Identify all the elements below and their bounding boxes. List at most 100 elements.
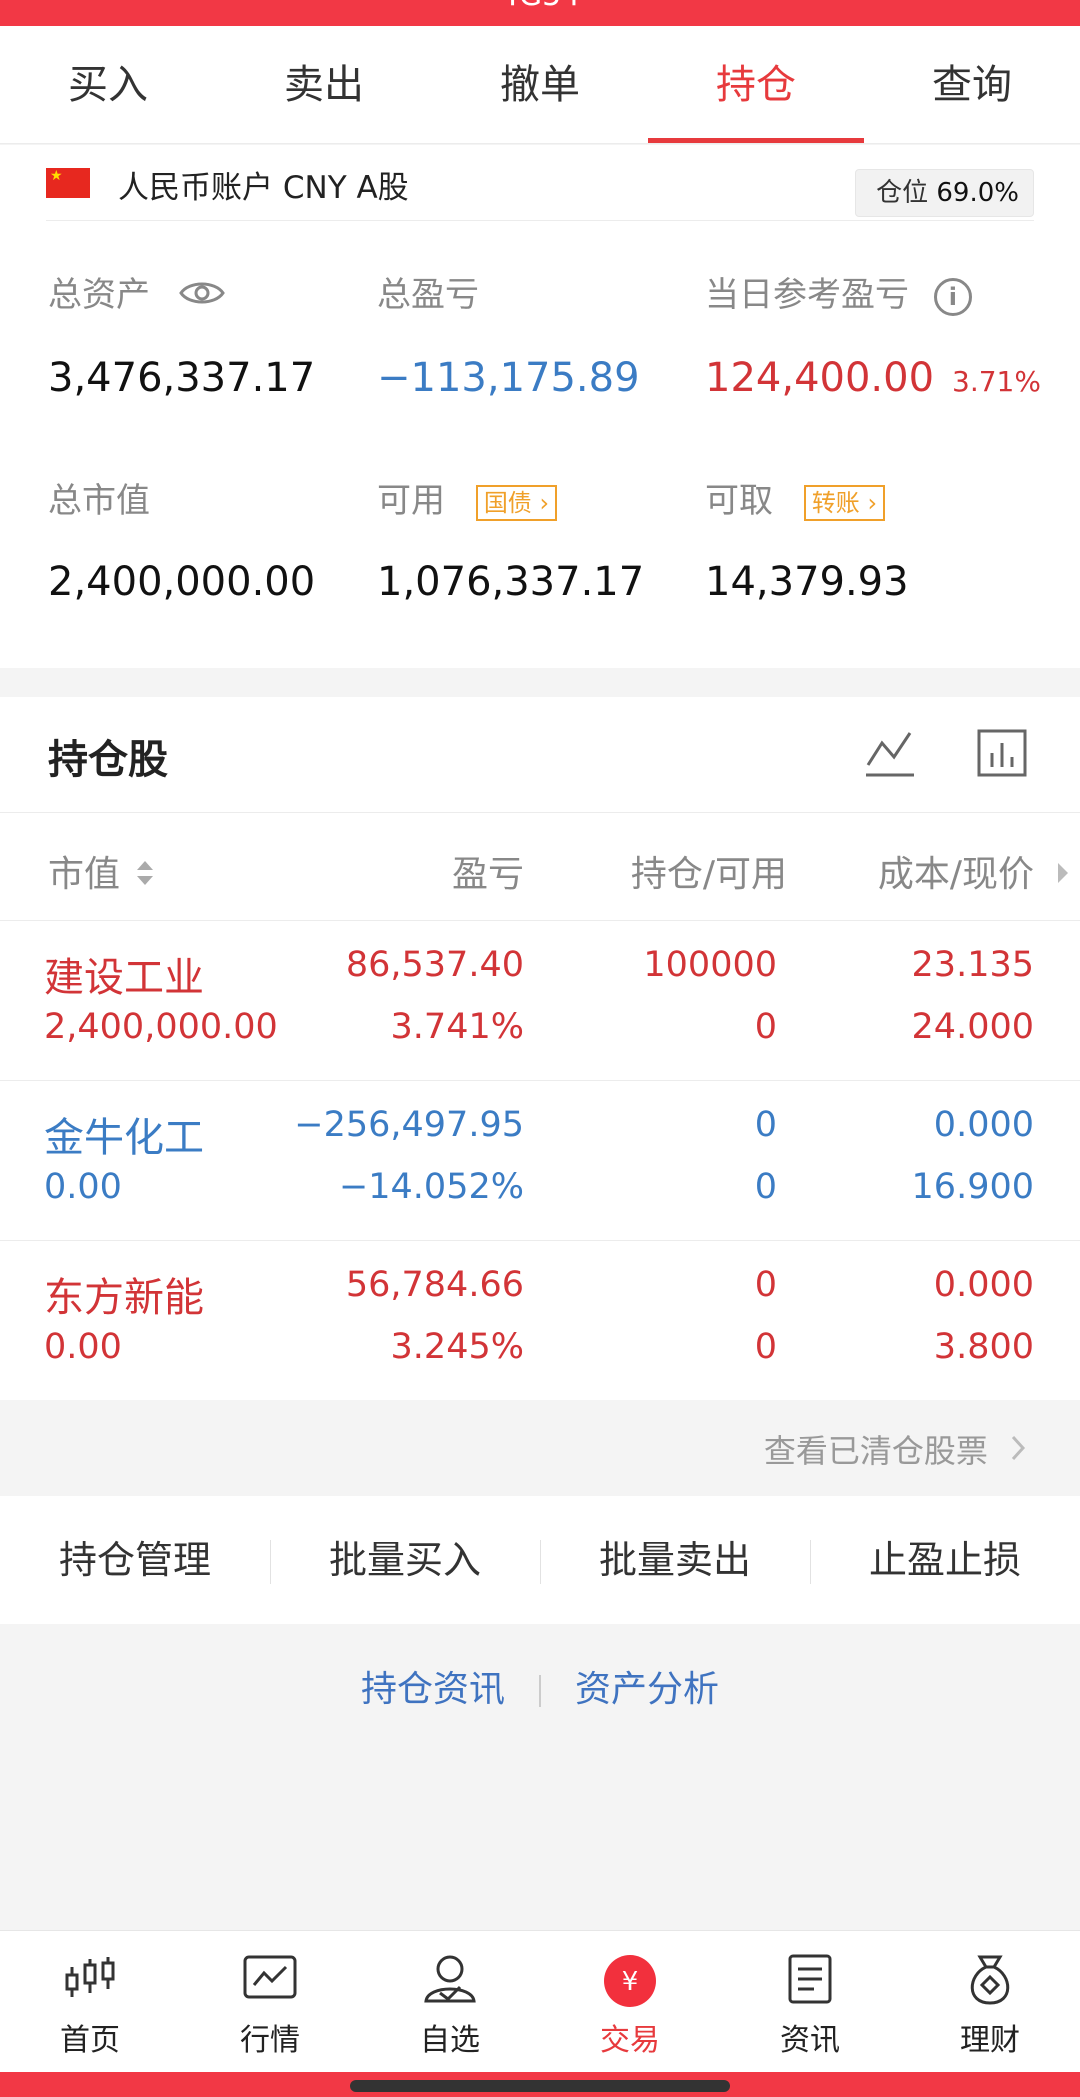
trade-tabs: 买入 卖出 撤单 持仓 查询 <box>0 26 1080 144</box>
nav-market-label: 行情 <box>240 2023 300 2058</box>
nav-market[interactable]: 行情 <box>180 1931 360 2072</box>
tab-positions[interactable]: 持仓 <box>648 26 864 143</box>
nav-trade[interactable]: ¥ 交易 <box>540 1931 720 2072</box>
china-flag-icon: ★ <box>46 168 90 198</box>
stock-pl-percent: 3.245% <box>390 1327 524 1367</box>
total-assets-label: 总资产 <box>48 275 150 315</box>
bar-chart-icon[interactable] <box>976 727 1028 783</box>
position-management-button[interactable]: 持仓管理 <box>0 1496 270 1624</box>
stock-name: 金牛化工 <box>44 1115 204 1161</box>
stock-cost: 0.000 <box>933 1265 1034 1305</box>
stock-available: 0 <box>754 1167 777 1207</box>
transfer-tag-label: 转账 <box>811 488 860 517</box>
batch-buy-button[interactable]: 批量买入 <box>270 1496 540 1624</box>
market-value-label: 总市值 <box>48 481 150 521</box>
chevron-right-icon <box>1010 1432 1026 1470</box>
holdings-column-header: 市值 盈亏 持仓/可用 成本/现价 <box>0 813 1080 921</box>
available-value: 1,076,337.17 <box>377 559 645 605</box>
info-links: 持仓资讯 资产分析 <box>0 1660 1080 1712</box>
tab-buy[interactable]: 买入 <box>0 26 216 143</box>
stock-cost: 0.000 <box>933 1105 1034 1145</box>
nav-home[interactable]: 首页 <box>0 1931 180 2072</box>
treasury-bond-tag[interactable]: 国债 › <box>475 484 558 521</box>
stock-position: 0 <box>754 1265 777 1305</box>
nav-news-label: 资讯 <box>780 2023 840 2058</box>
sort-icon <box>135 856 155 897</box>
yuan-coin-icon: ¥ <box>604 1955 656 2007</box>
total-assets-value: 3,476,337.17 <box>48 355 316 401</box>
market-chart-icon <box>243 1955 297 1999</box>
line-chart-icon[interactable] <box>864 727 916 783</box>
watchlist-person-icon <box>424 1955 476 2003</box>
nav-watchlist-label: 自选 <box>420 2023 480 2058</box>
stock-pl: 56,784.66 <box>345 1265 524 1305</box>
table-row[interactable]: 金牛化工 0.00 −256,497.95 −14.052% 0 0 0.000… <box>0 1081 1080 1241</box>
daily-pl-percent: 3.71% <box>952 365 1041 398</box>
account-name: 人民币账户 CNY A股 <box>118 170 409 206</box>
news-document-icon <box>788 1954 832 2004</box>
stock-name: 东方新能 <box>44 1275 204 1321</box>
asset-analysis-link[interactable]: 资产分析 <box>575 1669 719 1710</box>
table-row[interactable]: 建设工业 2,400,000.00 86,537.40 3.741% 10000… <box>0 921 1080 1081</box>
tab-sell[interactable]: 卖出 <box>216 26 432 143</box>
stock-name: 建设工业 <box>44 955 204 1001</box>
home-indicator[interactable] <box>350 2080 730 2092</box>
total-assets-label-group: 总资产 <box>48 267 225 317</box>
nav-watchlist[interactable]: 自选 <box>360 1931 540 2072</box>
scroll-right-icon[interactable] <box>1056 853 1070 894</box>
stock-pl: 86,537.40 <box>345 945 524 985</box>
stock-pl: −256,497.95 <box>294 1105 524 1145</box>
table-row[interactable]: 东方新能 0.00 56,784.66 3.245% 0 0 0.000 3.8… <box>0 1241 1080 1401</box>
total-pl-label: 总盈亏 <box>377 275 479 315</box>
tab-query[interactable]: 查询 <box>864 26 1080 143</box>
position-ratio-value: 69.0% <box>936 178 1019 208</box>
stock-available: 0 <box>754 1327 777 1367</box>
nav-home-label: 首页 <box>60 2023 120 2058</box>
stock-market-value: 0.00 <box>44 1167 122 1207</box>
tab-cancel-order[interactable]: 撤单 <box>432 26 648 143</box>
position-news-link[interactable]: 持仓资讯 <box>361 1669 505 1710</box>
col-market-value[interactable]: 市值 <box>48 845 155 897</box>
col-cost-price: 成本/现价 <box>877 854 1034 895</box>
svg-text:¥: ¥ <box>622 1967 639 1997</box>
info-icon[interactable]: i <box>933 277 972 316</box>
account-summary: ★ 人民币账户 CNY A股 仓位 69.0% 总资产 3,476,337.17… <box>0 145 1080 668</box>
cleared-stocks-row[interactable]: 查看已清仓股票 <box>0 1400 1080 1496</box>
daily-pl-value: 124,400.00 <box>705 355 935 401</box>
account-row[interactable]: ★ 人民币账户 CNY A股 仓位 69.0% <box>46 145 1034 221</box>
stock-market-value: 0.00 <box>44 1327 122 1367</box>
stock-available: 0 <box>754 1007 777 1047</box>
money-bag-icon <box>970 1955 1010 2005</box>
stock-pl-percent: −14.052% <box>338 1167 524 1207</box>
take-profit-stop-loss-button[interactable]: 止盈止损 <box>810 1496 1080 1624</box>
col-pl: 盈亏 <box>451 854 524 895</box>
eye-icon[interactable] <box>179 277 225 317</box>
transfer-tag[interactable]: 转账 › <box>803 484 886 521</box>
nav-news[interactable]: 资讯 <box>720 1931 900 2072</box>
available-label: 可用 <box>377 481 445 521</box>
treasury-bond-tag-label: 国债 <box>483 488 532 517</box>
holdings-panel: 持仓股 市值 盈亏 持仓/可用 成本/现价 建设工业 2,400,000.00 … <box>0 697 1080 1400</box>
market-value-value: 2,400,000.00 <box>48 559 316 605</box>
candlestick-icon <box>65 1957 115 1997</box>
position-ratio-badge: 仓位 69.0% <box>855 169 1034 217</box>
nav-wealth[interactable]: 理财 <box>900 1931 1080 2072</box>
stock-price: 24.000 <box>911 1007 1034 1047</box>
status-bar: 4G54 <box>0 0 1080 26</box>
nav-wealth-label: 理财 <box>960 2023 1020 2058</box>
withdrawable-label: 可取 <box>705 481 773 521</box>
position-actions: 持仓管理 批量买入 批量卖出 止盈止损 <box>0 1496 1080 1624</box>
cleared-stocks-link-group[interactable]: 查看已清仓股票 <box>764 1426 1026 1472</box>
position-ratio-label: 仓位 <box>876 178 929 208</box>
stock-market-value: 2,400,000.00 <box>44 1007 278 1047</box>
col-market-value-label: 市值 <box>48 854 121 895</box>
withdrawable-label-group: 可取 转账 › <box>705 473 886 522</box>
available-label-group: 可用 国债 › <box>377 473 558 522</box>
link-divider <box>539 1675 541 1707</box>
stock-price: 3.800 <box>933 1327 1034 1367</box>
holdings-title: 持仓股 <box>48 737 168 783</box>
stock-price: 16.900 <box>911 1167 1034 1207</box>
batch-sell-button[interactable]: 批量卖出 <box>540 1496 810 1624</box>
stock-cost: 23.135 <box>911 945 1034 985</box>
bottom-navigation: 首页 行情 自选 ¥ 交易 资讯 理财 <box>0 1930 1080 2072</box>
